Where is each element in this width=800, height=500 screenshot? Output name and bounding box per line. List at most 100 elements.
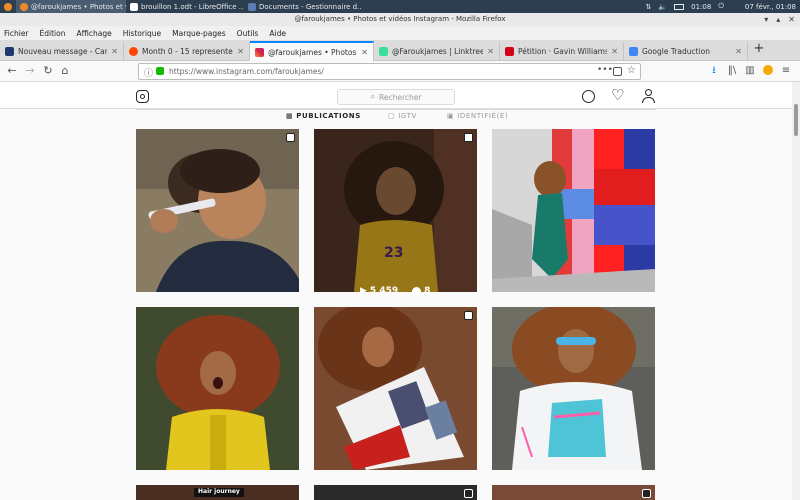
grid-icon: ▦ (286, 112, 294, 120)
tab-label: Pétition · Gavin Williamson · C (518, 47, 607, 56)
lock-icon[interactable] (156, 67, 164, 75)
taskbar-item-files[interactable]: Documents - Gestionnaire d... (244, 0, 362, 13)
folder-icon (248, 2, 256, 11)
tab-reddit[interactable]: Month 0 - 15 represented in 3 ✕ (124, 42, 250, 61)
close-tab-icon[interactable]: ✕ (487, 47, 494, 56)
web-page: ⌕ Rechercher ♡ ▦ PUBLICATIONS ▢ IGTV ▣ I… (0, 82, 792, 500)
back-icon[interactable]: ← (5, 64, 19, 78)
extension-icon[interactable] (762, 65, 774, 79)
maximize-icon[interactable]: ▴ (776, 15, 780, 24)
heart-icon[interactable]: ♡ (611, 86, 624, 104)
tab-linktree[interactable]: @Faroukjames | Linktree ✕ (374, 42, 500, 61)
url-bar[interactable]: ⓘ https://www.instagram.com/faroukjames/… (138, 63, 641, 80)
forward-icon[interactable]: → (23, 64, 37, 78)
power-icon[interactable]: ⏻ (718, 2, 724, 11)
battery-icon[interactable] (674, 3, 685, 10)
tab-tagged[interactable]: ▣ IDENTIFIÉ(E) (447, 112, 508, 120)
profile-tabs: ▦ PUBLICATIONS ▢ IGTV ▣ IDENTIFIÉ(E) (136, 109, 656, 127)
menu-edition[interactable]: Édition (40, 29, 66, 38)
carousel-icon (286, 133, 295, 142)
menu-outils[interactable]: Outils (237, 29, 259, 38)
menu-bar: Fichier Édition Affichage Historique Mar… (0, 26, 800, 40)
volume-icon[interactable]: 🔈 (658, 3, 667, 11)
url-text[interactable]: https://www.instagram.com/faroukjames/ (169, 67, 324, 76)
google-translate-favicon-icon (629, 47, 638, 56)
scrollbar-thumb[interactable] (794, 104, 798, 136)
post-thumbnail[interactable] (492, 129, 655, 292)
search-icon: ⌕ (370, 92, 375, 101)
post-thumbnail[interactable] (492, 485, 655, 500)
profile-icon[interactable] (642, 89, 655, 104)
download-icon[interactable]: ⭳ (708, 65, 720, 77)
linktree-favicon-icon (379, 47, 388, 56)
hamburger-menu-icon[interactable]: ≡ (780, 65, 792, 77)
reload-icon[interactable]: ↻ (41, 64, 55, 78)
menu-marque-pages[interactable]: Marque-pages (172, 29, 226, 38)
post-thumbnail[interactable] (492, 307, 655, 470)
tab-label: Google Traduction (642, 47, 710, 56)
pocket-icon[interactable] (613, 67, 622, 76)
instagram-favicon-icon (255, 47, 264, 57)
search-input[interactable]: ⌕ Rechercher (337, 89, 455, 105)
play-icon: ▶ (360, 286, 367, 296)
comment-icon (412, 286, 422, 296)
new-tab-icon[interactable]: + (752, 42, 766, 58)
post-thumbnail[interactable]: 23 (314, 129, 477, 292)
carousel-icon (464, 311, 473, 320)
library-icon[interactable]: ‖\ (726, 65, 738, 77)
tab-canalblog[interactable]: Nouveau message - CanalBlog ✕ (0, 42, 124, 61)
search-placeholder: Rechercher (379, 92, 422, 102)
page-actions-icon[interactable]: ••• (597, 65, 613, 75)
igtv-icon: ▢ (388, 112, 396, 120)
tab-label: Month 0 - 15 represented in 3 (142, 47, 234, 56)
post-thumbnail[interactable]: Hair journey (136, 485, 299, 500)
tab-label: @faroukjames • Photos et vid (268, 47, 357, 57)
tab-igtv[interactable]: ▢ IGTV (388, 112, 417, 120)
tab-petition[interactable]: Pétition · Gavin Williamson · C ✕ (500, 42, 624, 61)
post-caption-label: Hair journey (198, 488, 240, 495)
taskbar-item-firefox[interactable]: @faroukjames • Photos et vi... (16, 0, 126, 13)
tab-label: @Faroukjames | Linktree (392, 47, 484, 56)
tab-instagram[interactable]: @faroukjames • Photos et vid ✕ (250, 41, 374, 61)
canalblog-favicon-icon (5, 47, 14, 56)
menu-affichage[interactable]: Affichage (76, 29, 111, 38)
close-tab-icon[interactable]: ✕ (611, 47, 618, 56)
bookmark-star-icon[interactable]: ☆ (627, 65, 636, 76)
navigation-bar: ← → ↻ ⌂ ⓘ https://www.instagram.com/faro… (0, 61, 800, 82)
page-scrollbar[interactable] (792, 82, 800, 500)
minimize-icon[interactable]: ▾ (764, 15, 768, 24)
close-tab-icon[interactable]: ✕ (361, 48, 368, 57)
home-icon[interactable]: ⌂ (58, 64, 72, 78)
igtv-icon (642, 489, 651, 498)
tab-google-translate[interactable]: Google Traduction ✕ (624, 42, 748, 61)
close-icon[interactable]: ✕ (788, 15, 795, 24)
taskbar-item-libreoffice[interactable]: brouillon 1.odt - LibreOffice ... (126, 0, 244, 13)
taskbar-item-label: Documents - Gestionnaire d... (259, 2, 362, 11)
post-thumbnail[interactable] (136, 129, 299, 292)
close-tab-icon[interactable]: ✕ (735, 47, 742, 56)
sidebar-icon[interactable]: ▥ (744, 65, 756, 77)
site-info-icon[interactable]: ⓘ (144, 66, 153, 79)
taskbar-clock[interactable]: 01:08 (691, 3, 711, 11)
tab-publications[interactable]: ▦ PUBLICATIONS (286, 112, 361, 120)
tab-label: Nouveau message - CanalBlog (18, 47, 107, 56)
close-tab-icon[interactable]: ✕ (237, 47, 244, 56)
views-count: 5 459 (369, 286, 399, 296)
post-hover-stats: ▶ 5 459 8 (360, 286, 430, 296)
explore-compass-icon[interactable] (582, 90, 595, 103)
firefox-icon (20, 2, 28, 11)
taskbar-menu-icon[interactable] (0, 0, 16, 13)
network-icon[interactable]: ⇅ (646, 3, 652, 11)
post-thumbnail[interactable] (136, 307, 299, 470)
comments-count: 8 (424, 286, 431, 296)
tab-publications-label: PUBLICATIONS (296, 112, 361, 120)
menu-aide[interactable]: Aide (269, 29, 286, 38)
close-tab-icon[interactable]: ✕ (111, 47, 118, 56)
menu-fichier[interactable]: Fichier (4, 29, 29, 38)
post-thumbnail[interactable] (314, 485, 477, 500)
menu-historique[interactable]: Historique (123, 29, 161, 38)
taskbar-date[interactable]: 07 févr., 01:08 (745, 3, 796, 11)
instagram-logo-icon[interactable] (136, 90, 149, 103)
taskbar-item-label: @faroukjames • Photos et vi... (31, 2, 126, 11)
post-thumbnail[interactable] (314, 307, 477, 470)
